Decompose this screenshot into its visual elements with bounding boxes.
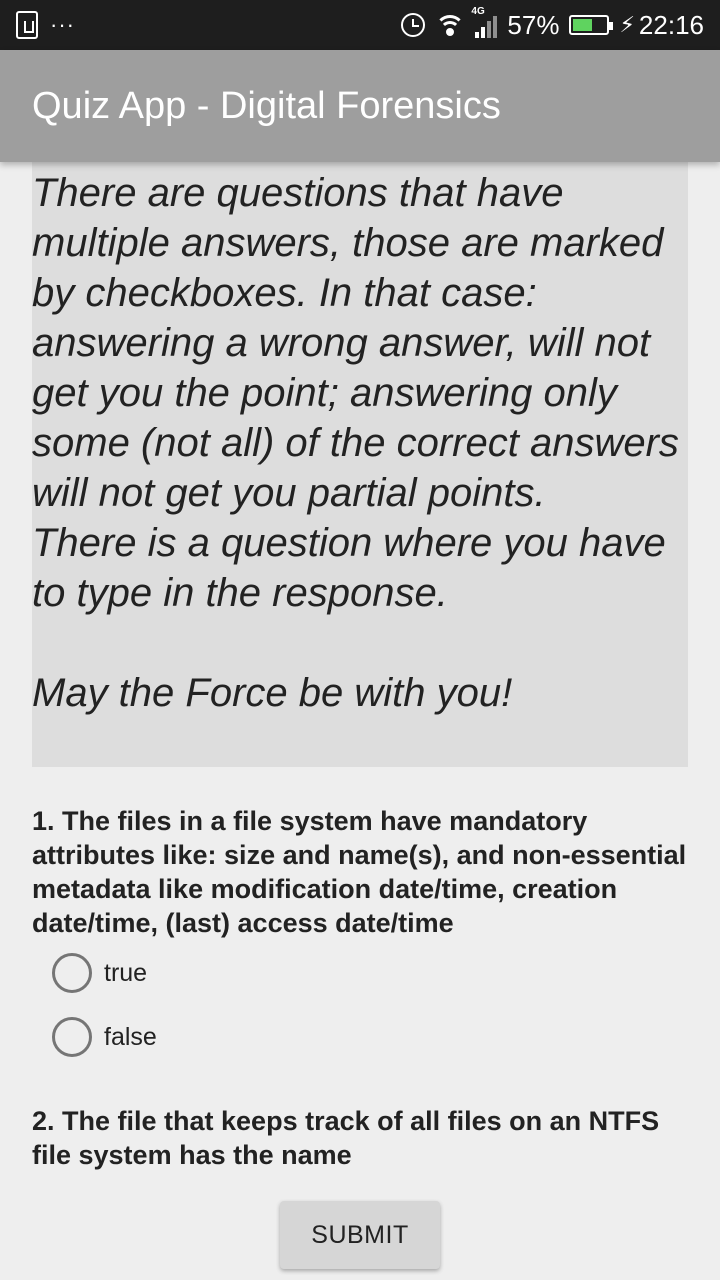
instructions-text: There are questions that have multiple a… — [32, 171, 679, 715]
question-1-text: 1. The files in a file system have manda… — [32, 806, 687, 938]
battery-fill — [573, 19, 592, 31]
app-title: Quiz App - Digital Forensics — [32, 84, 501, 127]
option-false[interactable]: false — [52, 1017, 157, 1057]
battery-percent: 57% — [507, 9, 560, 40]
option-true-label[interactable]: true — [104, 959, 147, 988]
battery-icon — [569, 15, 614, 35]
charging-icon: ⚡ — [619, 12, 635, 37]
submit-button[interactable]: SUBMIT — [280, 1201, 440, 1269]
radio-true[interactable] — [52, 953, 92, 993]
status-bar: ··· 4G 57% ⚡ 22:16 — [0, 0, 720, 50]
clock: 22:16 — [638, 9, 704, 40]
more-dots-icon: ··· — [50, 12, 75, 37]
option-false-label[interactable]: false — [104, 1023, 157, 1052]
instructions-panel: There are questions that have multiple a… — [32, 120, 688, 767]
alarm-icon — [401, 13, 426, 37]
signal-icon: 4G — [471, 6, 498, 38]
radio-false[interactable] — [52, 1017, 92, 1057]
network-type-label: 4G — [471, 6, 485, 17]
wifi-icon — [435, 13, 466, 37]
question-2-text: 2. The file that keeps track of all file… — [32, 1106, 660, 1170]
option-true[interactable]: true — [52, 953, 147, 993]
app-bar: Quiz App - Digital Forensics — [0, 50, 720, 162]
usb-icon — [16, 11, 38, 39]
